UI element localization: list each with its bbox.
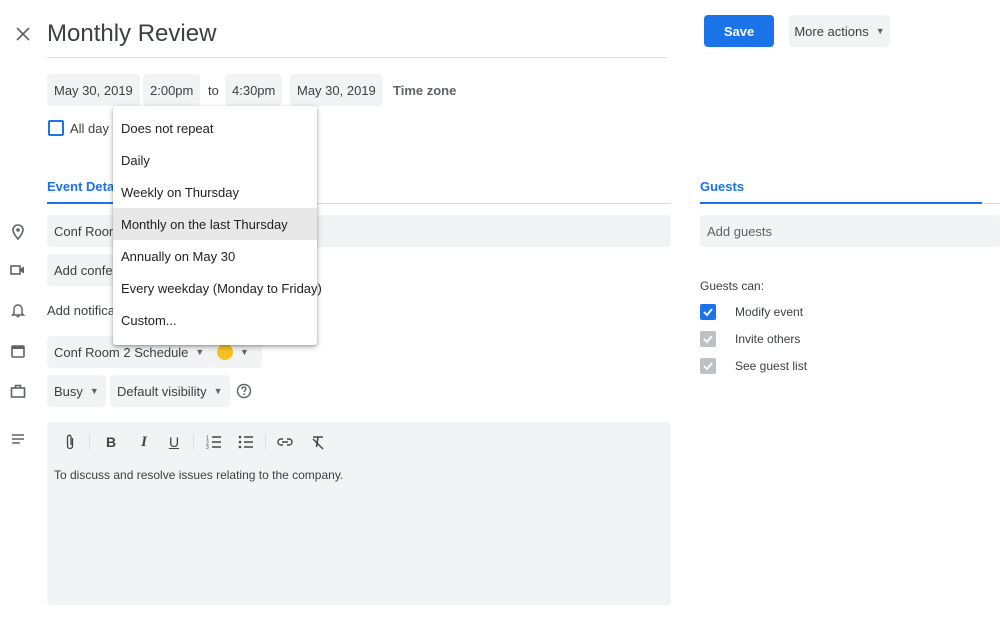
repeat-option-weekly[interactable]: Weekly on Thursday [113, 176, 317, 208]
chevron-down-icon: ▼ [195, 347, 204, 357]
invite-others-label: Invite others [735, 331, 800, 347]
italic-icon[interactable]: I [136, 432, 152, 452]
description-text[interactable]: To discuss and resolve issues relating t… [54, 468, 343, 482]
chevron-down-icon: ▼ [214, 386, 223, 396]
modify-event-label: Modify event [735, 304, 803, 320]
see-guest-list-label: See guest list [735, 358, 807, 374]
chevron-down-icon: ▼ [90, 386, 99, 396]
end-date-field[interactable]: May 30, 2019 [290, 74, 383, 106]
color-swatch [217, 344, 233, 360]
add-guests-input[interactable]: Add guests [700, 215, 1000, 247]
calendar-icon [9, 342, 27, 360]
repeat-option-annually[interactable]: Annually on May 30 [113, 240, 317, 272]
bell-icon [9, 302, 27, 320]
chevron-down-icon: ▼ [240, 347, 249, 357]
tab-underline [700, 202, 982, 204]
repeat-option-custom[interactable]: Custom... [113, 304, 317, 336]
link-icon[interactable] [276, 432, 294, 452]
visibility-select[interactable]: Default visibility▼ [110, 375, 230, 407]
guest-permissions-heading: Guests can: [700, 279, 764, 293]
location-pin-icon [9, 223, 27, 241]
chevron-down-icon: ▼ [876, 26, 885, 36]
briefcase-icon [9, 382, 27, 400]
title-input[interactable]: Monthly Review [47, 14, 667, 58]
notes-lines-icon [9, 430, 27, 448]
clear-formatting-icon[interactable] [309, 432, 327, 452]
tab-guests[interactable]: Guests [700, 179, 1000, 204]
toolbar-divider [265, 434, 266, 450]
page-title: Monthly Review [47, 20, 216, 48]
to-label: to [208, 74, 219, 106]
underline-icon[interactable]: U [166, 432, 182, 452]
paperclip-icon[interactable] [62, 432, 78, 452]
more-actions-button[interactable]: More actions▼ [789, 15, 890, 47]
repeat-dropdown-menu: Does not repeat Daily Weekly on Thursday… [113, 106, 317, 345]
modify-event-checkbox[interactable] [700, 304, 716, 320]
close-icon[interactable] [13, 24, 33, 44]
add-notification-link[interactable]: Add notification [47, 294, 117, 326]
repeat-option-daily[interactable]: Daily [113, 144, 317, 176]
numbered-list-icon[interactable]: 123 [205, 432, 223, 452]
bold-icon[interactable]: B [103, 432, 119, 452]
bulleted-list-icon[interactable] [237, 432, 255, 452]
help-circle-icon[interactable] [236, 383, 252, 399]
see-guest-list-checkbox [700, 358, 716, 374]
start-time-field[interactable]: 2:00pm [143, 74, 200, 106]
repeat-option-does-not-repeat[interactable]: Does not repeat [113, 112, 317, 144]
svg-text:3: 3 [206, 445, 209, 449]
repeat-option-every-weekday[interactable]: Every weekday (Monday to Friday) [113, 272, 317, 304]
repeat-option-monthly[interactable]: Monthly on the last Thursday [113, 208, 317, 240]
toolbar-divider [193, 434, 194, 450]
start-date-field[interactable]: May 30, 2019 [47, 74, 140, 106]
end-time-field[interactable]: 4:30pm [225, 74, 282, 106]
all-day-label: All day [70, 120, 109, 136]
invite-others-checkbox [700, 331, 716, 347]
save-button[interactable]: Save [704, 15, 774, 47]
toolbar-divider [89, 434, 90, 450]
time-zone-button[interactable]: Time zone [393, 74, 456, 106]
all-day-checkbox[interactable] [48, 120, 64, 136]
video-camera-icon [9, 261, 27, 279]
busy-select[interactable]: Busy▼ [47, 375, 106, 407]
